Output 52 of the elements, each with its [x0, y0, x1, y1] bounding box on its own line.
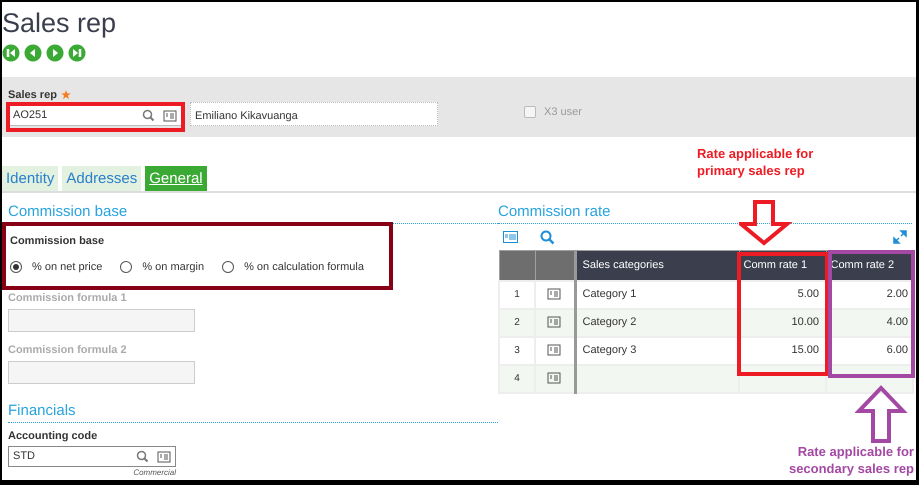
field-caption: Commercial	[132, 468, 176, 477]
search-icon[interactable]	[142, 109, 155, 122]
annotation-note: Rate applicable for primary sales rep	[697, 145, 814, 180]
row-number: 3	[499, 336, 535, 364]
expand-icon[interactable]	[893, 230, 907, 244]
next-record-icon[interactable]	[46, 44, 64, 62]
radio-option[interactable]: % on net price	[10, 258, 102, 276]
checkbox-label: X3 user	[544, 104, 582, 120]
row-number: 2	[499, 308, 535, 336]
section-heading: Commission base	[8, 203, 498, 224]
radio-button[interactable]	[120, 261, 132, 273]
list-icon[interactable]	[503, 231, 518, 243]
field-label: Sales rep	[8, 89, 57, 101]
row-number: 4	[499, 364, 535, 392]
field-value: STD	[13, 449, 36, 464]
field-label: Commission formula 2	[8, 343, 128, 357]
row-number: 1	[499, 280, 535, 308]
radio-option[interactable]: % on margin	[120, 258, 204, 276]
search-icon[interactable]	[540, 230, 555, 244]
page-title: Sales rep	[2, 8, 118, 40]
accounting-code-field[interactable]: STD	[8, 446, 176, 467]
group-label: Commission base	[10, 234, 106, 248]
table-cell: Category 2	[575, 308, 739, 336]
tab[interactable]: Addresses	[62, 166, 142, 191]
x3-user-checkbox[interactable]	[524, 106, 536, 118]
previous-record-icon[interactable]	[24, 44, 42, 62]
sales-rep-field[interactable]: AO251	[8, 105, 182, 126]
radio-option[interactable]: % on calculation formula	[222, 258, 364, 276]
details-icon[interactable]	[157, 450, 171, 462]
field-value: AO251	[13, 108, 48, 124]
radio-button[interactable]	[222, 261, 234, 273]
column-header: Sales categories	[575, 250, 739, 280]
row-details-icon[interactable]	[547, 316, 562, 328]
row-details-icon[interactable]	[547, 372, 562, 384]
details-icon[interactable]	[163, 110, 177, 122]
row-details-icon[interactable]	[547, 344, 562, 356]
first-record-icon[interactable]	[2, 44, 20, 62]
radio-button[interactable]	[10, 261, 22, 273]
field-label: Accounting code	[8, 429, 98, 443]
table-cell: 10.00	[739, 308, 826, 336]
search-icon[interactable]	[136, 450, 149, 463]
section-heading: Financials	[8, 402, 498, 423]
arrow-annotation	[739, 200, 793, 246]
last-record-icon[interactable]	[68, 44, 86, 62]
field-label: Commission formula 1	[8, 291, 128, 305]
header-cell	[535, 250, 575, 280]
name-field: Emiliano Kikavuanga	[190, 102, 438, 126]
tab[interactable]: Identity	[2, 166, 58, 191]
header-cell	[499, 250, 535, 280]
annotation-note: Rate applicable for secondary sales rep	[788, 443, 914, 478]
section-heading: Commission rate	[498, 203, 912, 224]
row-details-icon[interactable]	[547, 288, 562, 300]
